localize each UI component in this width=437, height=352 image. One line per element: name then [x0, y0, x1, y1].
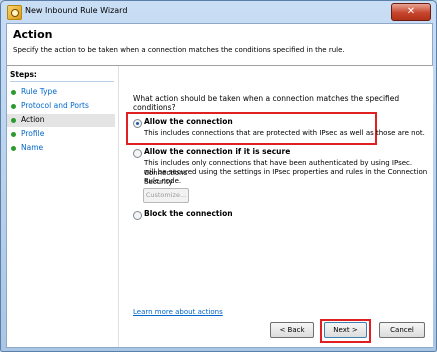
step-rule-type[interactable]: Rule Type: [7, 86, 115, 99]
step-label: Protocol and Ports: [21, 101, 89, 110]
green-bullet-icon: [11, 104, 16, 109]
step-label: Rule Type: [21, 87, 57, 96]
page-title: Action: [13, 28, 53, 41]
action-panel: What action should be taken when a conne…: [118, 66, 433, 347]
customize-button[interactable]: Customize...: [143, 188, 189, 203]
step-label: Profile: [21, 129, 45, 138]
allow-connection-description: This includes connections that are prote…: [144, 129, 425, 137]
back-button[interactable]: < Back: [270, 322, 314, 338]
step-label: Name: [21, 143, 44, 152]
action-question: What action should be taken when a conne…: [133, 94, 400, 112]
page-header: Action Specify the action to be taken wh…: [7, 24, 432, 64]
title-bar: New Inbound Rule Wizard ✕: [1, 1, 436, 23]
steps-sidebar: Steps: Rule Type Protocol and Ports Acti…: [7, 66, 117, 347]
green-bullet-icon: [11, 146, 16, 151]
page-description: Specify the action to be taken when a co…: [13, 46, 345, 54]
steps-divider: [10, 81, 114, 82]
firewall-wizard-icon: [7, 5, 22, 20]
block-connection-radio[interactable]: [133, 211, 142, 220]
step-protocol-and-ports[interactable]: Protocol and Ports: [7, 100, 115, 113]
steps-heading: Steps:: [10, 70, 37, 79]
green-bullet-icon: [11, 90, 16, 95]
wizard-client-area: Action Specify the action to be taken wh…: [6, 23, 433, 348]
green-bullet-icon: [11, 132, 16, 137]
close-button[interactable]: ✕: [391, 3, 431, 21]
allow-if-secure-radio[interactable]: [133, 149, 142, 158]
block-connection-label[interactable]: Block the connection: [144, 209, 233, 218]
close-icon: ✕: [406, 6, 416, 17]
cancel-button[interactable]: Cancel: [379, 322, 425, 338]
wizard-window: New Inbound Rule Wizard ✕ Action Specify…: [0, 0, 437, 352]
green-bullet-icon: [11, 118, 16, 123]
allow-if-secure-label[interactable]: Allow the connection if it is secure: [144, 147, 290, 156]
window-title: New Inbound Rule Wizard: [25, 6, 128, 15]
step-name[interactable]: Name: [7, 142, 115, 155]
next-button[interactable]: Next >: [324, 322, 367, 338]
step-action[interactable]: Action: [7, 114, 115, 127]
step-label: Action: [21, 115, 45, 124]
allow-connection-label[interactable]: Allow the connection: [144, 117, 233, 126]
allow-connection-radio[interactable]: [133, 119, 142, 128]
learn-more-link[interactable]: Learn more about actions: [133, 308, 223, 316]
allow-if-secure-description-line-2: will be secured using the settings in IP…: [144, 168, 428, 186]
allow-if-secure-description-line-3: Rule node.: [144, 177, 182, 185]
step-profile[interactable]: Profile: [7, 128, 115, 141]
